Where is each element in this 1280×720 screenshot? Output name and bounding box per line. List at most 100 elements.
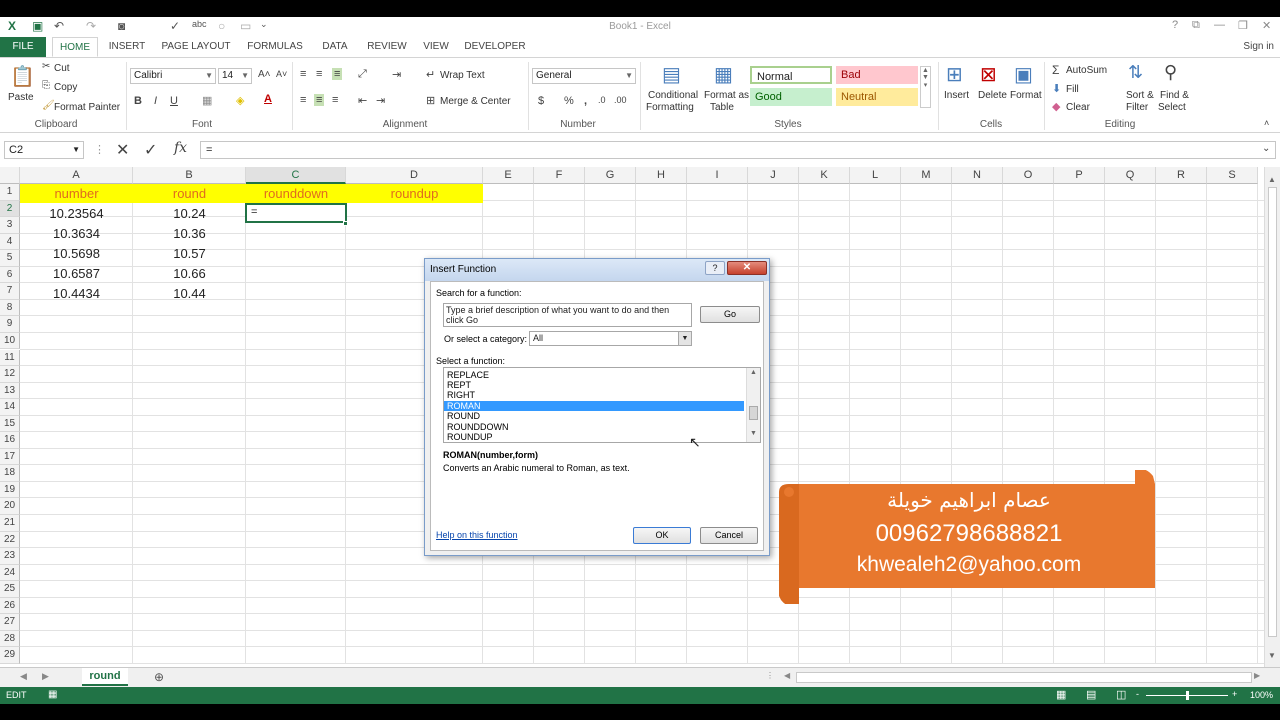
format-cells-button[interactable]: Format [1010,90,1042,101]
row-header-9[interactable]: 9 [0,316,20,333]
tab-formulas[interactable]: FORMULAS [244,37,306,57]
row-header-2[interactable]: 2 [0,200,20,218]
row-header-22[interactable]: 22 [0,531,20,549]
text-direction-icon[interactable]: ⇥ [392,68,401,81]
row-header-3[interactable]: 3 [0,217,20,234]
copy-button[interactable]: Copy [54,82,77,93]
cell-a2[interactable]: 10.23564 [20,204,133,223]
scroll-down-icon[interactable]: ▼ [1268,651,1276,660]
sort-filter-icon[interactable]: ⇅ [1128,62,1143,83]
row-header-23[interactable]: 23 [0,548,20,565]
sheet-tab-round[interactable]: round [82,668,128,686]
row-header-13[interactable]: 13 [0,382,20,400]
row-header-4[interactable]: 4 [0,233,20,251]
column-header-h[interactable]: H [636,167,687,184]
column-header-b[interactable]: B [133,167,246,184]
font-size-select[interactable]: 14 ▼ [218,68,252,84]
function-item-rounddown[interactable]: ROUNDDOWN [444,422,744,432]
function-item-roman[interactable]: ROMAN [444,401,744,411]
cell-b6[interactable]: 10.44 [133,284,246,303]
column-header-r[interactable]: R [1156,167,1207,184]
restore-icon[interactable]: ❐ [1238,19,1248,32]
tab-home[interactable]: HOME [52,37,98,57]
insert-cells-button[interactable]: Insert [944,90,969,101]
function-search-input[interactable]: Type a brief description of what you wan… [443,303,692,327]
find-select-label-1[interactable]: Find & [1160,90,1189,101]
row-header-17[interactable]: 17 [0,448,20,466]
zoom-out-button[interactable]: - [1136,689,1139,699]
function-item-round[interactable]: ROUND [444,411,744,421]
function-item-right[interactable]: RIGHT [444,390,744,400]
column-header-l[interactable]: L [850,167,901,184]
column-header-n[interactable]: N [952,167,1003,184]
cell-b5[interactable]: 10.66 [133,264,246,283]
bold-button[interactable]: B [134,95,142,107]
format-cells-icon[interactable]: ▣ [1014,62,1033,87]
row-header-20[interactable]: 20 [0,498,20,515]
shrink-font-icon[interactable]: A˅ [276,69,287,79]
zoom-level[interactable]: 100% [1250,690,1273,700]
formula-input[interactable]: = [200,141,1276,159]
row-header-25[interactable]: 25 [0,581,20,598]
help-on-function-link[interactable]: Help on this function [436,530,518,540]
cell-b2[interactable]: 10.24 [133,204,246,223]
cell-c1[interactable]: rounddown [246,184,346,203]
copy-icon[interactable]: ⎘ [42,80,50,91]
style-normal[interactable]: Normal [750,66,832,84]
cell-d1[interactable]: roundup [346,184,483,203]
row-header-28[interactable]: 28 [0,630,20,648]
column-header-c[interactable]: C [246,167,346,184]
column-header-e[interactable]: E [483,167,534,184]
decrease-indent-icon[interactable]: ⇤ [358,94,367,107]
column-header-s[interactable]: S [1207,167,1258,184]
scroll-right-icon[interactable]: ▶ [1254,671,1260,680]
column-header-o[interactable]: O [1003,167,1054,184]
align-bottom-icon[interactable]: ≡ [332,68,343,80]
merge-center-icon[interactable]: ⊞ [426,94,435,107]
macro-record-icon[interactable]: ▦ [48,689,57,700]
autosum-icon[interactable]: Σ [1052,63,1059,77]
dialog-help-button[interactable]: ? [705,261,725,275]
number-format-select[interactable]: General ▼ [532,68,636,84]
ribbon-display-icon[interactable]: ⧉ [1192,19,1200,32]
orientation-icon[interactable]: ⤢ [358,68,367,81]
function-list-scrollbar[interactable]: ▲ ▼ [746,368,760,442]
fill-icon[interactable]: ⬇ [1052,82,1061,95]
insert-cells-icon[interactable]: ⊞ [946,62,963,87]
row-header-26[interactable]: 26 [0,597,20,615]
row-header-19[interactable]: 19 [0,481,20,499]
function-item-replace[interactable]: REPLACE [444,370,744,380]
scroll-up-icon[interactable]: ▲ [750,369,757,376]
collapse-ribbon-icon[interactable]: ˄ [1264,118,1269,128]
go-button[interactable]: Go [700,306,760,323]
scroll-down-icon[interactable]: ▼ [750,430,757,437]
tab-insert[interactable]: INSERT [104,37,150,57]
percent-button[interactable]: % [564,95,574,107]
fill-color-icon[interactable]: ◈ [236,94,244,107]
column-header-d[interactable]: D [346,167,483,184]
style-neutral[interactable]: Neutral [836,88,918,106]
tab-view[interactable]: VIEW [418,37,454,57]
cut-button[interactable]: Cut [54,63,70,74]
wrap-text-button[interactable]: Wrap Text [440,70,485,81]
row-header-11[interactable]: 11 [0,349,20,367]
row-header-15[interactable]: 15 [0,415,20,433]
decrease-decimal-icon[interactable]: .00 [614,95,627,105]
borders-icon[interactable]: ▦ [202,94,212,107]
binoculars-icon[interactable]: ⚲ [1164,62,1177,83]
row-header-1[interactable]: 1 [0,184,20,201]
row-header-29[interactable]: 29 [0,647,20,664]
align-middle-icon[interactable]: ≡ [316,68,322,80]
page-layout-view-icon[interactable]: ▤ [1086,688,1096,701]
align-top-icon[interactable]: ≡ [300,68,306,80]
comma-button[interactable]: , [584,95,587,107]
column-header-a[interactable]: A [20,167,133,184]
cell-b4[interactable]: 10.57 [133,244,246,263]
row-header-14[interactable]: 14 [0,399,20,416]
new-sheet-icon[interactable]: ⊕ [154,670,164,684]
category-select[interactable]: All ▼ [529,331,692,346]
tab-page-layout[interactable]: PAGE LAYOUT [158,37,234,57]
row-header-6[interactable]: 6 [0,266,20,284]
fill-handle[interactable] [343,221,348,226]
font-family-select[interactable]: Calibri ▼ [130,68,216,84]
